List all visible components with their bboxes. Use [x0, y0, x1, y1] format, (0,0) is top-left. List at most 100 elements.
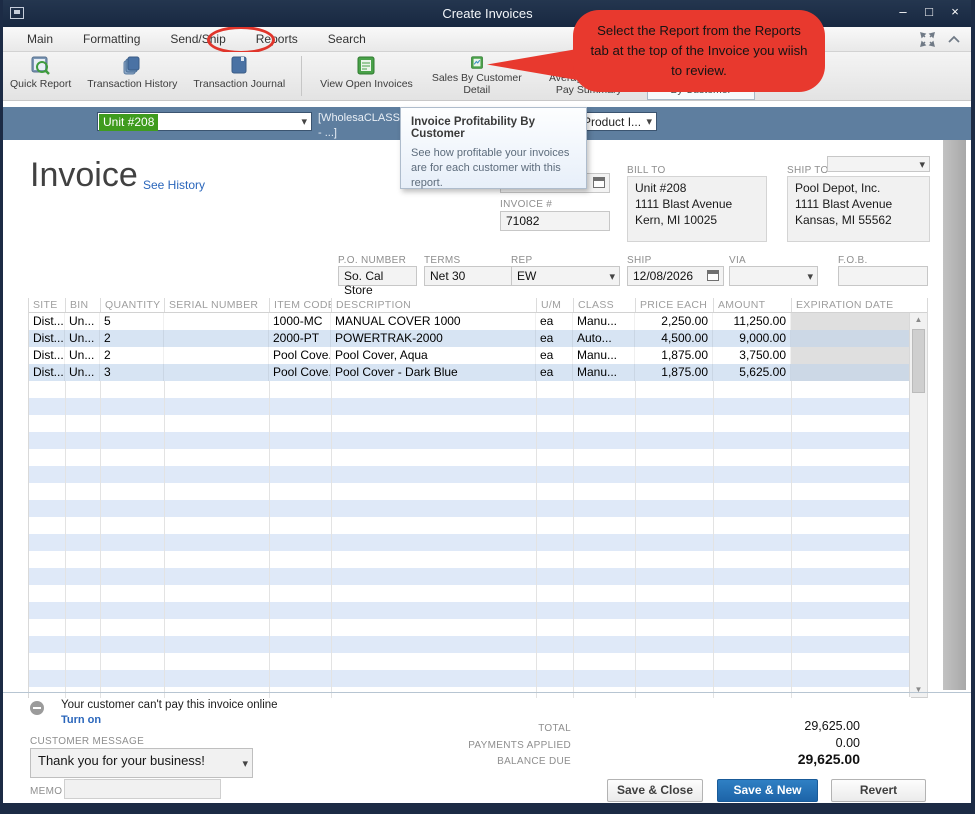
col-description: DESCRIPTION — [331, 298, 536, 312]
template-dropdown[interactable]: Product I... ▾ — [577, 112, 657, 131]
col-serial-number: SERIAL NUMBER — [164, 298, 269, 312]
turn-on-link[interactable]: Turn on — [61, 714, 101, 726]
tooltip-title: Invoice Profitability By Customer — [411, 116, 576, 140]
fob-field[interactable] — [838, 266, 928, 286]
chevron-down-icon: ▾ — [242, 757, 248, 770]
table-scrollbar[interactable]: ▲ ▼ — [909, 313, 927, 697]
collapse-ribbon-icon[interactable] — [947, 34, 961, 46]
footer-divider — [3, 692, 971, 693]
balance-due-label: BALANCE DUE — [421, 756, 571, 767]
tab-formatting[interactable]: Formatting — [68, 27, 155, 52]
total-value: 29,625.00 — [700, 719, 860, 733]
empty-rows-area[interactable] — [29, 381, 911, 698]
tab-search[interactable]: Search — [313, 27, 381, 52]
line-items-table: SITE BIN QUANTITY SERIAL NUMBER ITEM COD… — [28, 298, 928, 698]
scroll-down-icon[interactable]: ▼ — [910, 683, 927, 697]
online-payment-off-icon — [30, 701, 44, 715]
ship-date-field[interactable]: 12/08/2026 — [627, 266, 724, 286]
page-title: Invoice — [30, 156, 138, 195]
col-quantity: QUANTITY — [100, 298, 164, 312]
reports-highlight-circle — [207, 26, 275, 54]
chevron-down-icon: ▾ — [919, 158, 925, 171]
invoice-number-field[interactable]: 71082 — [500, 211, 610, 231]
table-row: Dist... Un... 5 1000-MC MANUAL COVER 100… — [29, 313, 927, 330]
annotation-callout: Select the Report from the Reports tab a… — [573, 10, 825, 92]
customer-message-dropdown[interactable]: Thank you for your business! ▾ — [30, 748, 253, 778]
expand-window-icon[interactable] — [920, 32, 935, 47]
calendar-icon[interactable] — [707, 270, 719, 281]
revert-button[interactable]: Revert — [831, 779, 926, 802]
view-open-invoices-button[interactable]: View Open Invoices — [314, 52, 419, 100]
window-title: Create Invoices — [0, 6, 975, 21]
chevron-down-icon: ▾ — [646, 115, 652, 128]
chevron-down-icon: ▾ — [609, 270, 615, 283]
quick-report-icon — [30, 56, 52, 76]
minimize-button[interactable]: – — [895, 3, 911, 21]
terms-label: TERMS — [424, 255, 461, 266]
rep-dropdown[interactable]: EW ▾ — [511, 266, 620, 286]
ship-to-box[interactable]: Pool Depot, Inc. 1111 Blast Avenue Kansa… — [787, 176, 930, 242]
memo-label: MEMO — [30, 786, 62, 797]
chevron-down-icon: ▾ — [301, 115, 307, 128]
col-bin: BIN — [65, 298, 100, 312]
calendar-icon[interactable] — [593, 177, 605, 188]
quick-report-button[interactable]: Quick Report — [4, 52, 77, 100]
save-new-button[interactable]: Save & New — [717, 779, 818, 802]
col-site: SITE — [29, 298, 65, 312]
col-um: U/M — [536, 298, 573, 312]
sales-by-customer-detail-button[interactable]: Sales By Customer Detail — [423, 52, 531, 100]
scroll-up-icon[interactable]: ▲ — [910, 313, 927, 327]
col-expiration-date: EXPIRATION DATE — [791, 298, 911, 312]
col-amount: AMOUNT — [713, 298, 791, 312]
titlebar: Create Invoices – □ × — [0, 0, 975, 27]
bill-to-label: BILL TO — [627, 165, 666, 176]
template-value: Product I... — [583, 115, 641, 129]
transaction-journal-button[interactable]: Transaction Journal — [187, 52, 291, 100]
see-history-link[interactable]: See History — [143, 178, 205, 192]
memo-input[interactable] — [64, 779, 221, 799]
ribbon-tab-row: Main Formatting Send/Ship Reports Search — [0, 27, 975, 52]
save-close-button[interactable]: Save & Close — [607, 779, 703, 802]
bill-to-box[interactable]: Unit #208 1111 Blast Avenue Kern, MI 100… — [627, 176, 767, 242]
reports-toolbar: Quick Report Transaction History Transac… — [0, 52, 975, 101]
maximize-button[interactable]: □ — [921, 3, 937, 21]
customer-job-value: Unit #208 — [99, 114, 158, 131]
window-border — [971, 0, 975, 814]
col-item-code: ITEM CODE — [269, 298, 331, 312]
toolbar-separator — [301, 56, 302, 96]
window-border — [0, 803, 975, 814]
fob-label: F.O.B. — [838, 255, 868, 266]
balance-due-value: 29,625.00 — [700, 751, 860, 767]
customer-message-label: CUSTOMER MESSAGE — [30, 736, 144, 747]
history-panel-toggle[interactable]: < — [943, 108, 966, 690]
online-payment-notice: Your customer can't pay this invoice onl… — [61, 699, 278, 711]
report-tooltip: Invoice Profitability By Customer See ho… — [400, 107, 587, 189]
create-invoices-window: Create Invoices – □ × Main Formatting Se… — [0, 0, 975, 814]
sales-by-customer-detail-icon — [466, 56, 488, 70]
scrollbar-thumb[interactable] — [912, 329, 925, 393]
close-button[interactable]: × — [947, 3, 963, 21]
chevron-down-icon: ▾ — [807, 270, 813, 283]
transaction-journal-icon — [228, 56, 250, 76]
po-number-label: P.O. NUMBER — [338, 255, 406, 266]
via-dropdown[interactable]: ▾ — [729, 266, 818, 286]
po-number-field[interactable]: So. Cal Store — [338, 266, 417, 286]
ship-to-dropdown[interactable]: ▾ — [827, 156, 930, 172]
ship-date-label: SHIP — [627, 255, 652, 266]
table-header: SITE BIN QUANTITY SERIAL NUMBER ITEM COD… — [29, 298, 927, 313]
tooltip-body: See how profitable your invoices are for… — [411, 146, 576, 191]
view-open-invoices-icon — [355, 56, 377, 76]
payments-applied-label: PAYMENTS APPLIED — [421, 740, 571, 751]
transaction-history-button[interactable]: Transaction History — [81, 52, 183, 100]
rep-label: REP — [511, 255, 532, 266]
tab-main[interactable]: Main — [12, 27, 68, 52]
ship-to-label: SHIP TO — [787, 165, 829, 176]
table-row: Dist... Un... 3 Pool Cove... Pool Cover … — [29, 364, 927, 381]
col-price-each: PRICE EACH — [635, 298, 713, 312]
transaction-history-icon — [121, 56, 143, 76]
via-label: VIA — [729, 255, 746, 266]
total-label: TOTAL — [421, 723, 571, 734]
customer-job-dropdown[interactable]: Unit #208 ▾ — [97, 112, 312, 131]
col-class: CLASS — [573, 298, 635, 312]
table-row: Dist... Un... 2 2000-PT POWERTRAK-2000 e… — [29, 330, 927, 347]
